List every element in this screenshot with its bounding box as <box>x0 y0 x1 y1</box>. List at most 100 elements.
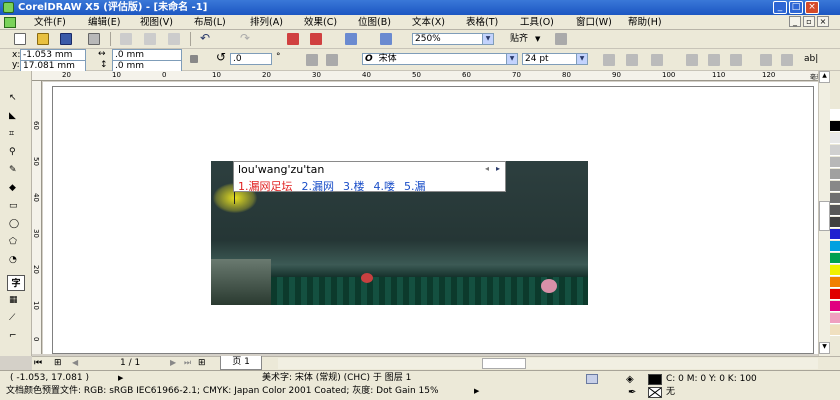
import-icon[interactable] <box>287 33 299 45</box>
application-launcher-icon[interactable] <box>345 33 357 45</box>
palette-swatch[interactable] <box>830 289 840 300</box>
prev-page-icon[interactable]: ◀ <box>72 358 78 367</box>
palette-swatch[interactable] <box>830 277 840 288</box>
menu-view[interactable]: 视图(V) <box>140 16 173 29</box>
snap-chevron-icon[interactable]: ▼ <box>535 34 540 45</box>
dropcap-icon[interactable] <box>730 54 742 66</box>
menu-bitmaps[interactable]: 位图(B) <box>358 16 391 29</box>
basic-shapes-icon[interactable]: ◔ <box>9 255 23 269</box>
mirror-horizontal-icon[interactable] <box>306 54 318 66</box>
edit-text-icon[interactable] <box>781 54 793 66</box>
palette-swatch[interactable] <box>830 145 840 156</box>
font-size-select[interactable]: 24 pt ▼ <box>522 53 588 65</box>
ime-next-icon[interactable]: ▸ <box>496 164 500 173</box>
undo-icon[interactable]: ↶ <box>200 32 210 44</box>
ime-candidate-window[interactable]: lou'wang'zu'tan ◂ ▸ 1.漏网足坛 2.漏网 3.楼 4.喽 5.漏 <box>233 161 506 193</box>
ime-candidate[interactable]: 4.喽 <box>374 180 396 193</box>
underline-icon[interactable] <box>651 54 663 66</box>
angle-field[interactable]: .0 <box>230 53 272 65</box>
view-mode-icon[interactable] <box>586 374 598 384</box>
table-tool-icon[interactable]: ▦ <box>9 295 23 309</box>
vertical-scrollbar[interactable]: ▲ ▼ <box>818 71 830 356</box>
crop-tool-icon[interactable]: ⌗ <box>9 129 23 143</box>
horizontal-ruler[interactable]: 20 10 0 10 20 30 40 50 60 70 80 90 100 110 120 <box>32 71 818 81</box>
palette-swatch[interactable] <box>830 325 840 336</box>
palette-swatch[interactable] <box>830 121 840 132</box>
menu-file[interactable]: 文件(F) <box>34 16 66 29</box>
align-icon[interactable] <box>686 54 698 66</box>
maximize-icon[interactable]: □ <box>789 1 803 14</box>
italic-icon[interactable] <box>626 54 638 66</box>
export-icon[interactable] <box>310 33 322 45</box>
smart-fill-icon[interactable]: ◆ <box>9 183 23 197</box>
doc-icon[interactable] <box>4 17 16 28</box>
cut-icon[interactable] <box>120 33 132 45</box>
menu-effects[interactable]: 效果(C) <box>304 16 337 29</box>
menu-tools[interactable]: 工具(O) <box>520 16 554 29</box>
menu-edit[interactable]: 编辑(E) <box>88 16 120 29</box>
paste-icon[interactable] <box>168 33 180 45</box>
save-icon[interactable] <box>60 33 72 45</box>
print-icon[interactable] <box>88 33 100 45</box>
polygon-tool-icon[interactable]: ⬠ <box>9 237 23 251</box>
chevron-down-icon[interactable]: ▼ <box>482 34 493 44</box>
palette-swatch[interactable] <box>830 181 840 192</box>
doc-close-icon[interactable]: × <box>817 16 829 27</box>
palette-swatch[interactable] <box>830 193 840 204</box>
palette-swatch[interactable] <box>830 157 840 168</box>
palette-swatch[interactable] <box>830 169 840 180</box>
pick-tool-icon[interactable]: ↖ <box>9 93 23 107</box>
close-icon[interactable]: × <box>805 1 819 14</box>
scroll-thumb[interactable] <box>819 201 830 231</box>
menu-help[interactable]: 帮助(H) <box>628 16 662 29</box>
scroll-up-icon[interactable]: ▲ <box>819 71 830 83</box>
doc-minimize-icon[interactable]: _ <box>789 16 801 27</box>
ime-prev-icon[interactable]: ◂ <box>485 164 489 173</box>
first-page-icon[interactable]: ⏮ <box>34 358 42 368</box>
ellipse-tool-icon[interactable]: ◯ <box>9 219 23 233</box>
outline-none-swatch[interactable] <box>648 387 662 398</box>
add-page-icon[interactable]: ⊞ <box>54 358 62 368</box>
palette-swatch[interactable] <box>830 109 840 120</box>
ime-candidate[interactable]: 1.漏网足坛 <box>238 180 293 193</box>
fill-color-swatch[interactable] <box>648 374 662 385</box>
freehand-tool-icon[interactable]: ✎ <box>9 165 23 179</box>
ime-candidate[interactable]: 5.漏 <box>404 180 426 193</box>
page-tab-1[interactable]: 页 1 <box>220 356 262 370</box>
ime-candidate[interactable]: 2.漏网 <box>302 180 335 193</box>
palette-swatch[interactable] <box>830 217 840 228</box>
snap-to-menu[interactable]: 贴齐 <box>510 34 528 45</box>
last-page-icon[interactable]: ⏭ <box>184 358 191 368</box>
doc-restore-icon[interactable]: ▫ <box>803 16 815 27</box>
lock-icon[interactable] <box>190 55 198 63</box>
horizontal-scrollbar[interactable] <box>278 358 818 369</box>
chevron-down-icon[interactable]: ▼ <box>576 54 587 64</box>
profile-arrow-icon[interactable]: ▶ <box>474 386 479 397</box>
h-scroll-thumb[interactable] <box>482 358 526 369</box>
palette-swatch[interactable] <box>830 229 840 240</box>
bold-icon[interactable] <box>603 54 615 66</box>
welcome-screen-icon[interactable] <box>380 33 392 45</box>
new-icon[interactable] <box>14 33 26 45</box>
palette-swatch[interactable] <box>830 265 840 276</box>
vertical-text-label[interactable]: ab| <box>804 54 818 65</box>
menu-arrange[interactable]: 排列(A) <box>250 16 283 29</box>
app-icon[interactable] <box>3 2 14 13</box>
zoom-level-select[interactable]: 250% ▼ <box>412 33 494 45</box>
palette-swatch[interactable] <box>830 205 840 216</box>
palette-swatch[interactable] <box>830 253 840 264</box>
open-icon[interactable] <box>37 33 49 45</box>
next-page-icon[interactable]: ▶ <box>170 358 176 367</box>
font-family-select[interactable]: O 宋体 ▼ <box>362 53 518 65</box>
menu-layout[interactable]: 布局(L) <box>194 16 226 29</box>
bullet-icon[interactable] <box>708 54 720 66</box>
copy-icon[interactable] <box>144 33 156 45</box>
palette-swatch[interactable] <box>830 301 840 312</box>
menu-table[interactable]: 表格(T) <box>466 16 498 29</box>
zoom-tool-icon[interactable]: ⚲ <box>9 147 23 161</box>
menu-text[interactable]: 文本(X) <box>412 16 445 29</box>
connector-tool-icon[interactable]: ⌐ <box>9 331 23 345</box>
minimize-icon[interactable]: _ <box>773 1 787 14</box>
mirror-vertical-icon[interactable] <box>326 54 338 66</box>
palette-swatch[interactable] <box>830 313 840 324</box>
